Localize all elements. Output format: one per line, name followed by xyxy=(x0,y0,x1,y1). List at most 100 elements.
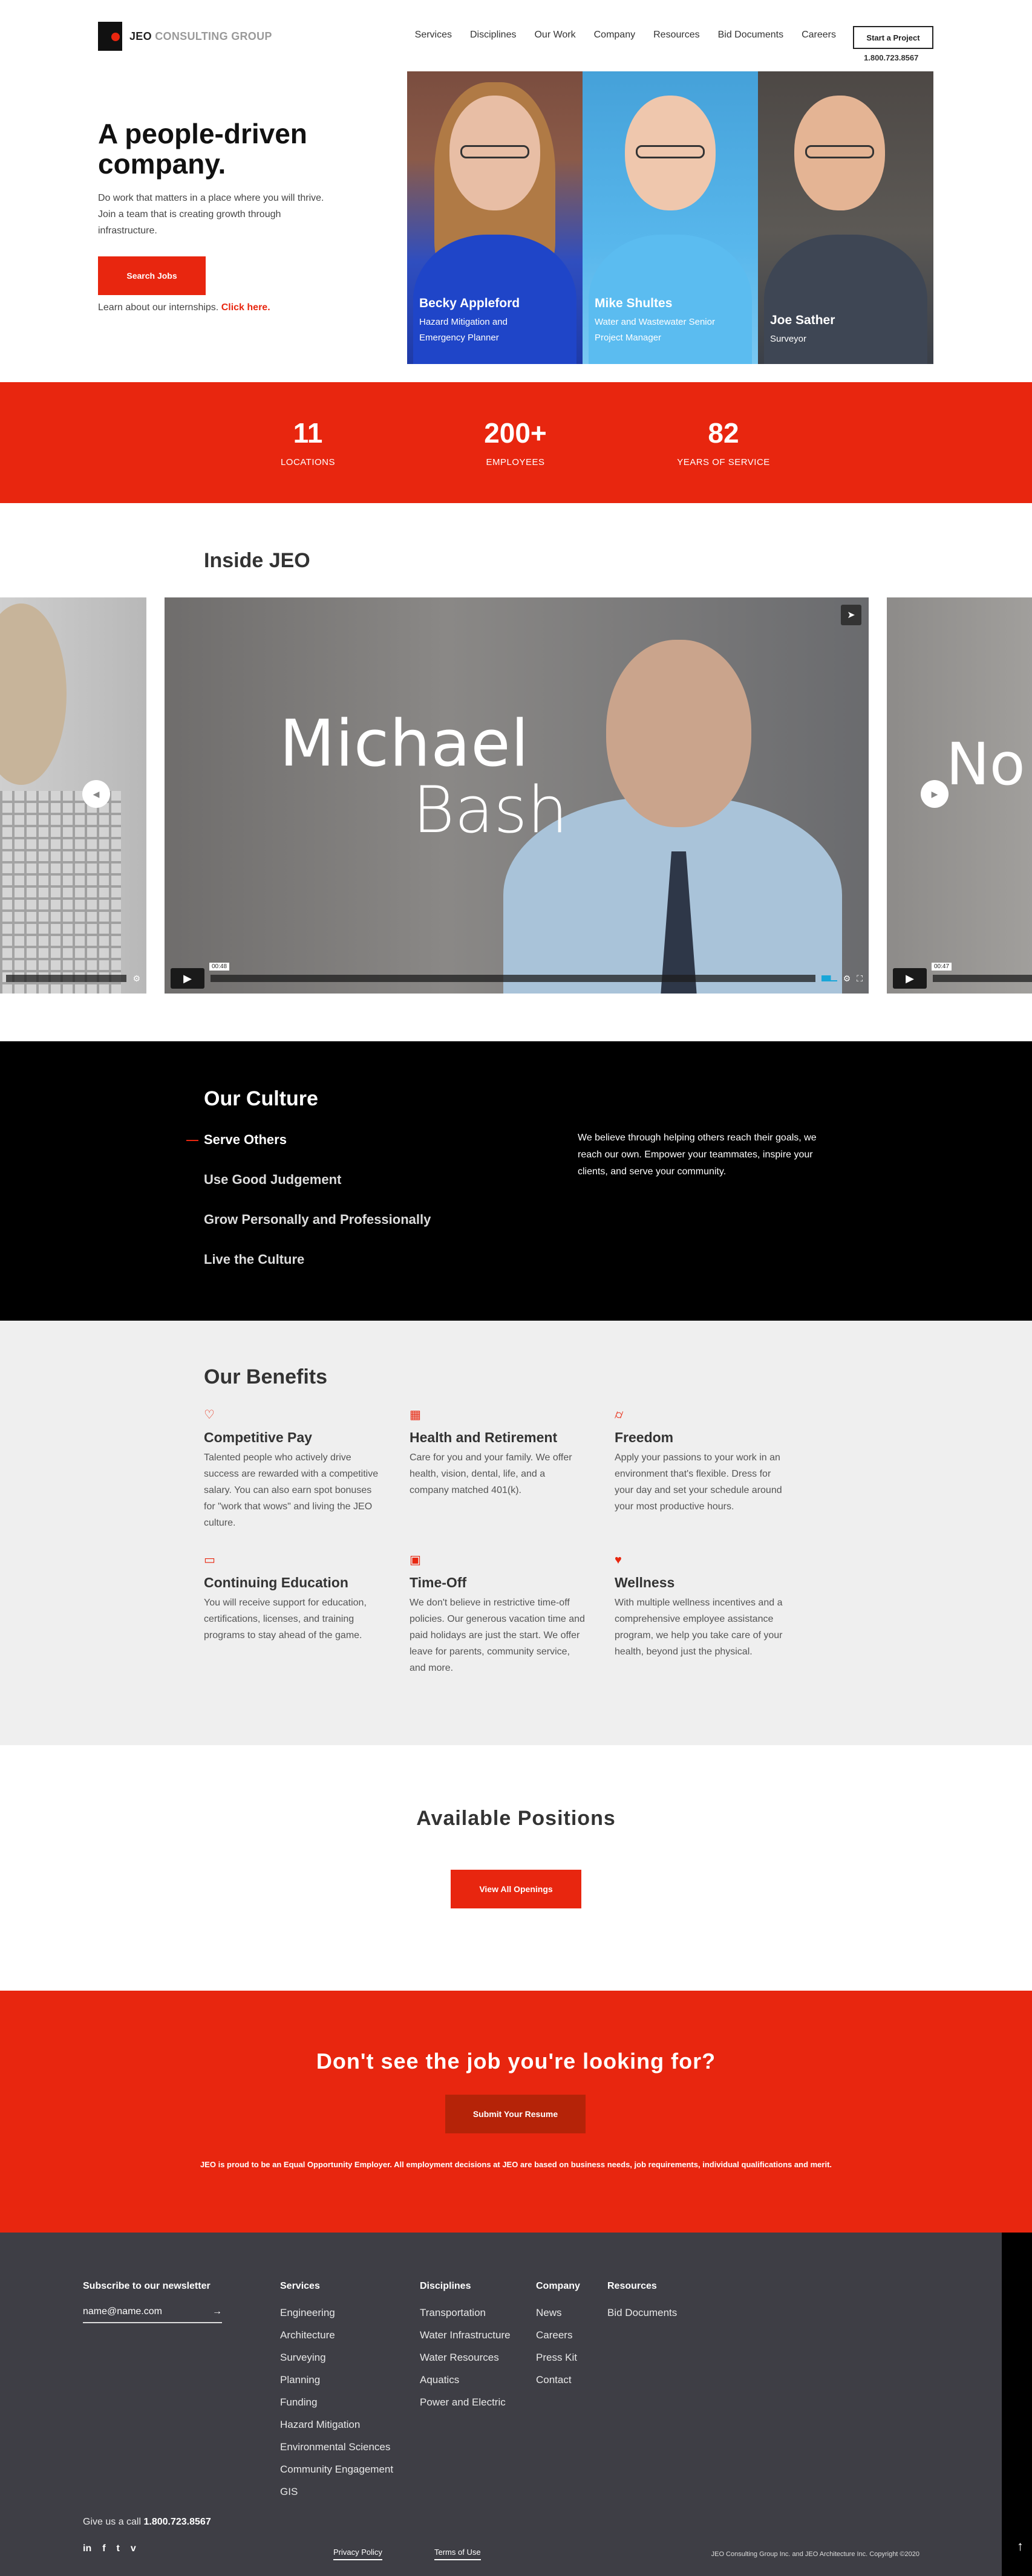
person-name: Mike Shultes xyxy=(595,296,673,310)
fullscreen-icon[interactable]: ⛶ xyxy=(857,974,863,984)
search-jobs-button[interactable]: Search Jobs xyxy=(98,256,206,295)
footer-link[interactable]: Contact xyxy=(536,2369,580,2391)
terms-of-use-link[interactable]: Terms of Use xyxy=(434,2548,481,2560)
logo-brand: JEO xyxy=(129,30,152,42)
scroll-top-icon[interactable]: ↑ xyxy=(1017,2539,1024,2554)
start-project-button[interactable]: Start a Project xyxy=(853,26,933,49)
play-icon[interactable]: ▶ xyxy=(171,968,204,989)
nav-resources[interactable]: Resources xyxy=(653,30,699,41)
nav-services[interactable]: Services xyxy=(415,30,452,41)
footer-col-company: Company News Careers Press Kit Contact xyxy=(536,2281,580,2391)
view-all-openings-button[interactable]: View All Openings xyxy=(451,1870,581,1908)
twitter-icon[interactable]: t xyxy=(117,2543,120,2554)
nav-company[interactable]: Company xyxy=(594,30,635,41)
newsletter: Subscribe to our newsletter name@name.co… xyxy=(83,2281,222,2323)
footer-link[interactable]: News xyxy=(536,2301,580,2324)
footer-link[interactable]: Hazard Mitigation xyxy=(280,2413,393,2436)
volume-icon[interactable] xyxy=(821,975,837,981)
footer-link[interactable]: GIS xyxy=(280,2480,393,2503)
culture-tab-live-culture[interactable]: Live the Culture xyxy=(204,1252,304,1267)
footer-link[interactable]: Bid Documents xyxy=(607,2301,677,2324)
benefit-freedom: ⌭ Freedom Apply your passions to your wo… xyxy=(615,1408,790,1515)
footer-link[interactable]: Architecture xyxy=(280,2324,393,2346)
culture-tab-serve-others[interactable]: Serve Others xyxy=(204,1132,287,1148)
main-nav: Services Disciplines Our Work Company Re… xyxy=(415,30,836,41)
footer-link[interactable]: Press Kit xyxy=(536,2346,580,2369)
calendar-icon: ▣ xyxy=(410,1553,421,1567)
play-icon[interactable]: ▶ xyxy=(893,968,927,989)
person-card-mike: Mike Shultes Water and Wastewater Senior… xyxy=(583,71,758,364)
benefit-text: Care for you and your family. We offer h… xyxy=(410,1452,572,1495)
benefit-education: ▭ Continuing Education You will receive … xyxy=(204,1553,379,1644)
benefit-title: Continuing Education xyxy=(204,1575,348,1590)
progress-bar[interactable]: 00:48 xyxy=(209,963,815,982)
carousel-prev-icon[interactable]: ◀ xyxy=(82,780,110,808)
section-title: Inside JEO xyxy=(204,549,310,572)
video-hair-shape xyxy=(0,603,67,785)
footer-link[interactable]: Water Resources xyxy=(420,2346,511,2369)
video-face-shape xyxy=(606,640,751,827)
footer-link[interactable]: Engineering xyxy=(280,2301,393,2324)
section-title: Our Culture xyxy=(204,1087,318,1110)
video-shirt-shape xyxy=(0,791,121,994)
footer-link[interactable]: Transportation xyxy=(420,2301,511,2324)
progress-bar[interactable]: 00:47 xyxy=(932,963,1032,982)
benefit-text: Apply your passions to your work in an e… xyxy=(615,1452,782,1512)
benefit-title: Freedom xyxy=(615,1429,674,1445)
privacy-policy-link[interactable]: Privacy Policy xyxy=(333,2548,382,2560)
footer-link[interactable]: Power and Electric xyxy=(420,2391,511,2413)
heart-icon: ♥ xyxy=(615,1553,622,1567)
footer-col-head: Resources xyxy=(607,2281,657,2291)
stats-band: 11 LOCATIONS 200+ EMPLOYEES 82 YEARS OF … xyxy=(0,382,1032,503)
footer-link[interactable]: Community Engagement xyxy=(280,2458,393,2480)
video-slide-left[interactable]: ⚙ xyxy=(0,597,146,994)
arrow-right-icon[interactable]: → xyxy=(212,2306,222,2317)
footer-link[interactable]: Planning xyxy=(280,2369,393,2391)
benefit-wellness: ♥ Wellness With multiple wellness incent… xyxy=(615,1553,790,1660)
vimeo-icon[interactable]: v xyxy=(131,2543,136,2554)
glasses-shape xyxy=(460,145,529,158)
person-role: Hazard Mitigation and Emergency Planner xyxy=(419,317,508,343)
linkedin-icon[interactable]: in xyxy=(83,2543,91,2554)
jeo-logo[interactable]: JEO CONSULTING GROUP xyxy=(98,22,272,51)
newsletter-placeholder: name@name.com xyxy=(83,2306,162,2317)
nav-careers[interactable]: Careers xyxy=(802,30,836,41)
active-indicator xyxy=(186,1140,198,1141)
footer-link[interactable]: Water Infrastructure xyxy=(420,2324,511,2346)
positions-section: Available Positions View All Openings xyxy=(0,1745,1032,1991)
nav-disciplines[interactable]: Disciplines xyxy=(470,30,516,41)
gear-icon[interactable]: ⚙ xyxy=(843,974,851,984)
call-number[interactable]: 1.800.723.8567 xyxy=(144,2517,211,2527)
gear-icon[interactable]: ⚙ xyxy=(132,974,140,984)
call-text: Give us a call xyxy=(83,2517,142,2527)
footer-col-resources: Resources Bid Documents xyxy=(607,2281,677,2324)
person-name: Becky Appleford xyxy=(419,296,520,310)
person-role: Water and Wastewater Senior Project Mana… xyxy=(595,317,715,343)
resume-cta-section: Don't see the job you're looking for? Su… xyxy=(0,1991,1032,2233)
progress-bar[interactable] xyxy=(6,975,127,982)
footer-link[interactable]: Aquatics xyxy=(420,2369,511,2391)
internship-line: Learn about our internships. Click here. xyxy=(98,302,270,313)
video-slide-right[interactable]: No ▶ 00:47 xyxy=(887,597,1032,994)
copyright: JEO Consulting Group Inc. and JEO Archit… xyxy=(711,2551,919,2558)
footer-link[interactable]: Funding xyxy=(280,2391,393,2413)
culture-tab-good-judgement[interactable]: Use Good Judgement xyxy=(204,1172,341,1188)
newsletter-email-input[interactable]: name@name.com → xyxy=(83,2301,222,2323)
header-phone[interactable]: 1.800.723.8567 xyxy=(864,53,918,62)
share-icon[interactable]: ➤ xyxy=(841,605,861,625)
video-time: 00:47 xyxy=(932,963,952,971)
intern-link[interactable]: Click here. xyxy=(221,302,270,313)
stat-label: EMPLOYEES xyxy=(486,457,545,467)
footer-link[interactable]: Environmental Sciences xyxy=(280,2436,393,2458)
video-partial-name: No xyxy=(946,730,1025,798)
video-slide-main[interactable]: Michael Bash ➤ ▶ 00:48 ⚙ ⛶ xyxy=(165,597,869,994)
facebook-icon[interactable]: f xyxy=(102,2543,105,2554)
footer-link[interactable]: Careers xyxy=(536,2324,580,2346)
carousel-next-icon[interactable]: ▶ xyxy=(921,780,949,808)
nav-our-work[interactable]: Our Work xyxy=(534,30,575,41)
culture-tab-grow[interactable]: Grow Personally and Professionally xyxy=(204,1212,431,1228)
footer-link[interactable]: Surveying xyxy=(280,2346,393,2369)
nav-bid-documents[interactable]: Bid Documents xyxy=(718,30,784,41)
benefit-text: Talented people who actively drive succe… xyxy=(204,1452,379,1528)
submit-resume-button[interactable]: Submit Your Resume xyxy=(445,2095,586,2133)
